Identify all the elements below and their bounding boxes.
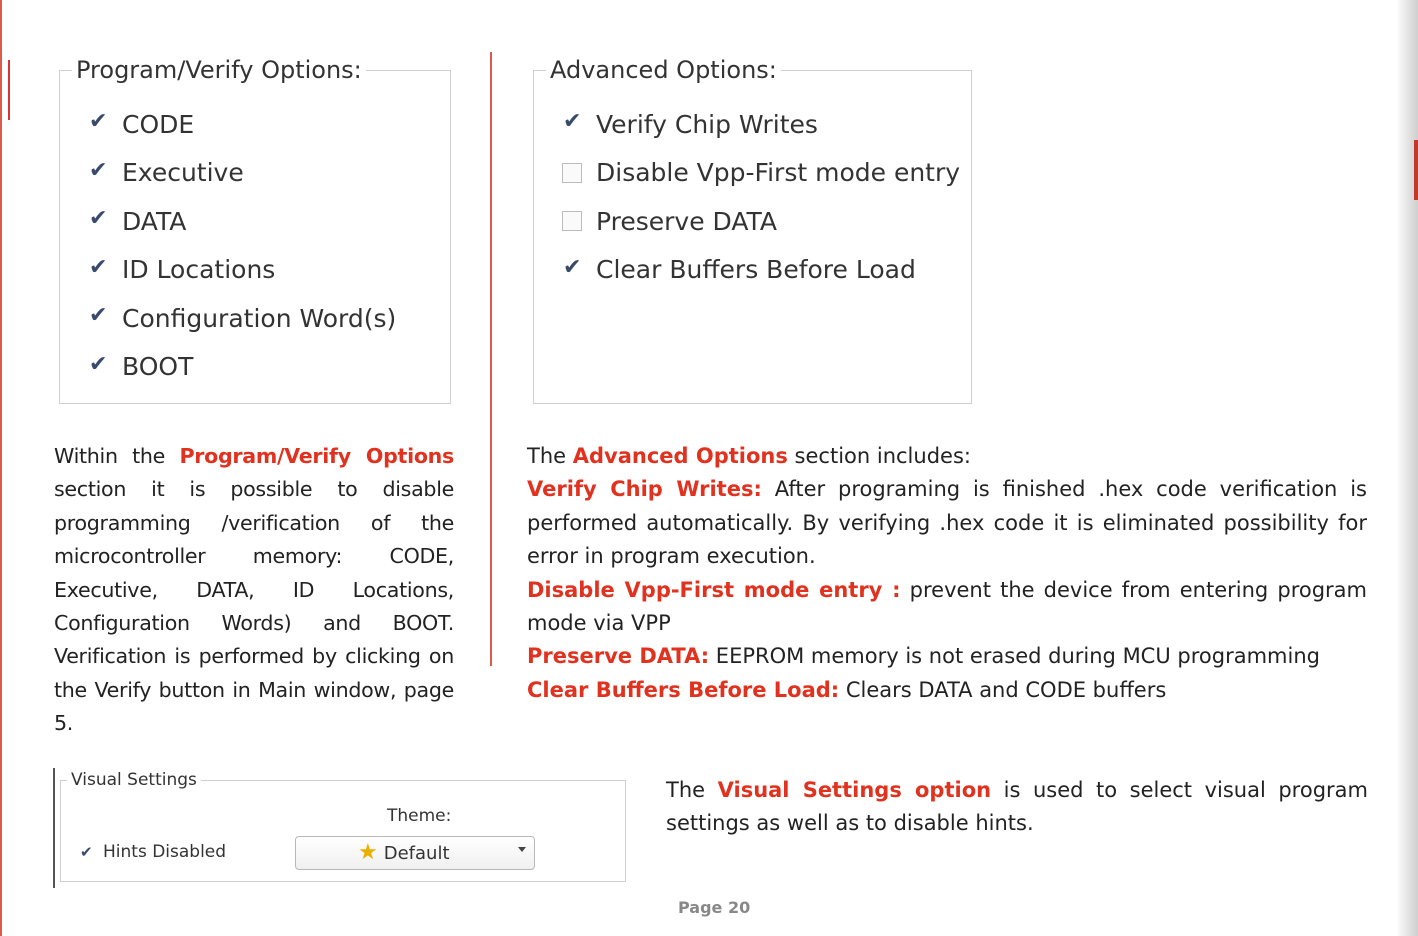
clear-text: Clears DATA and CODE buffers — [839, 677, 1167, 702]
preserve-data-row: Preserve DATA: EEPROM memory is not eras… — [527, 640, 1367, 673]
adv-intro-row: The Advanced Options section includes: — [527, 440, 1367, 473]
adv-option-label: Clear Buffers Before Load — [596, 255, 916, 285]
theme-label: Theme: — [387, 806, 452, 826]
adv-intro-start: The — [527, 444, 573, 468]
preserve-highlight: Preserve DATA: — [527, 644, 710, 669]
adv-intro-rest: section includes: — [787, 444, 971, 468]
p1-text-rest: section it is possible to disable progra… — [54, 477, 454, 736]
vs-highlight: Visual Settings option — [717, 778, 992, 802]
checkbox-checked-icon[interactable] — [88, 109, 108, 134]
pv-option-label: Executive — [122, 158, 244, 188]
pv-option-label: ID Locations — [122, 255, 276, 285]
pv-option-label: CODE — [122, 109, 195, 139]
adv-option-preserve-data[interactable]: Preserve DATA — [562, 197, 971, 246]
page-number: Page 20 — [678, 898, 751, 917]
column-divider — [490, 52, 492, 666]
adv-intro-highlight: Advanced Options — [572, 444, 788, 468]
visual-settings-description: The Visual Settings option is used to se… — [666, 774, 1368, 840]
advanced-options-group: Advanced Options: Verify Chip Writes Dis… — [533, 56, 972, 404]
checkbox-checked-icon[interactable] — [562, 255, 582, 280]
star-icon: ★ — [358, 840, 378, 865]
checkbox-checked-icon[interactable] — [562, 109, 582, 134]
adv-option-clear-buffers[interactable]: Clear Buffers Before Load — [562, 246, 971, 295]
pv-option-id-locations[interactable]: ID Locations — [88, 246, 450, 295]
checkbox-checked-icon[interactable] — [88, 158, 108, 183]
pv-option-label: Configuration Word(s) — [122, 303, 397, 333]
adv-option-disable-vpp-first[interactable]: Disable Vpp-First mode entry — [562, 149, 971, 198]
page-left-mark — [8, 60, 10, 120]
hints-disabled-label: Hints Disabled — [103, 842, 227, 862]
vs-text-start: The — [666, 778, 718, 802]
pv-option-configuration-words[interactable]: Configuration Word(s) — [88, 294, 450, 343]
checkbox-unchecked-icon[interactable] — [562, 211, 582, 232]
adv-option-label: Verify Chip Writes — [596, 109, 818, 139]
hints-disabled-option[interactable]: Hints Disabled — [79, 842, 226, 862]
p1-text-start: Within the — [54, 444, 180, 468]
visual-settings-legend: Visual Settings — [71, 770, 197, 790]
checkbox-checked-icon[interactable] — [88, 255, 108, 280]
advanced-options-legend: Advanced Options: — [550, 56, 777, 84]
pv-option-data[interactable]: DATA — [88, 197, 450, 246]
visual-settings-divider — [53, 768, 55, 888]
clear-buffers-row: Clear Buffers Before Load: Clears DATA a… — [527, 674, 1367, 707]
advanced-options-description: The Advanced Options section includes: V… — [527, 440, 1367, 707]
adv-option-verify-chip-writes[interactable]: Verify Chip Writes — [562, 100, 971, 149]
pv-option-executive[interactable]: Executive — [88, 149, 450, 198]
page-right-mark — [1414, 140, 1418, 200]
p1-highlight: Program/Verify Options — [179, 444, 454, 468]
page-left-edge — [0, 0, 2, 936]
checkbox-checked-icon[interactable] — [88, 352, 108, 377]
advanced-options-list: Verify Chip Writes Disable Vpp-First mod… — [534, 84, 971, 294]
program-verify-legend: Program/Verify Options: — [76, 56, 362, 84]
pv-option-label: DATA — [122, 206, 187, 236]
disable-vpp-row: Disable Vpp-First mode entry : prevent t… — [527, 574, 1367, 641]
verify-chip-writes-row: Verify Chip Writes: After programing is … — [527, 473, 1367, 573]
program-verify-description: Within the Program/Verify Options sectio… — [54, 440, 454, 741]
program-verify-list: CODE Executive DATA ID Locations Configu… — [60, 84, 450, 391]
checkbox-checked-icon[interactable] — [88, 206, 108, 231]
clear-highlight: Clear Buffers Before Load: — [527, 677, 840, 702]
chevron-down-icon[interactable] — [518, 847, 526, 852]
visual-settings-group: Visual Settings Hints Disabled Theme: ★ … — [60, 770, 626, 882]
checkbox-checked-icon[interactable] — [79, 843, 93, 861]
verify-highlight: Verify Chip Writes: — [527, 477, 762, 502]
preserve-text: EEPROM memory is not erased during MCU p… — [709, 644, 1320, 669]
program-verify-options-group: Program/Verify Options: CODE Executive D… — [59, 56, 451, 404]
adv-option-label: Preserve DATA — [596, 206, 777, 236]
pv-option-boot[interactable]: BOOT — [88, 343, 450, 392]
checkbox-unchecked-icon[interactable] — [562, 162, 582, 183]
theme-dropdown[interactable]: ★ Default — [295, 836, 535, 870]
pv-option-code[interactable]: CODE — [88, 100, 450, 149]
adv-option-label: Disable Vpp-First mode entry — [596, 158, 961, 188]
theme-value: Default — [383, 842, 450, 864]
pv-option-label: BOOT — [122, 352, 194, 382]
vpp-highlight: Disable Vpp-First mode entry : — [527, 577, 901, 602]
checkbox-checked-icon[interactable] — [88, 303, 108, 328]
